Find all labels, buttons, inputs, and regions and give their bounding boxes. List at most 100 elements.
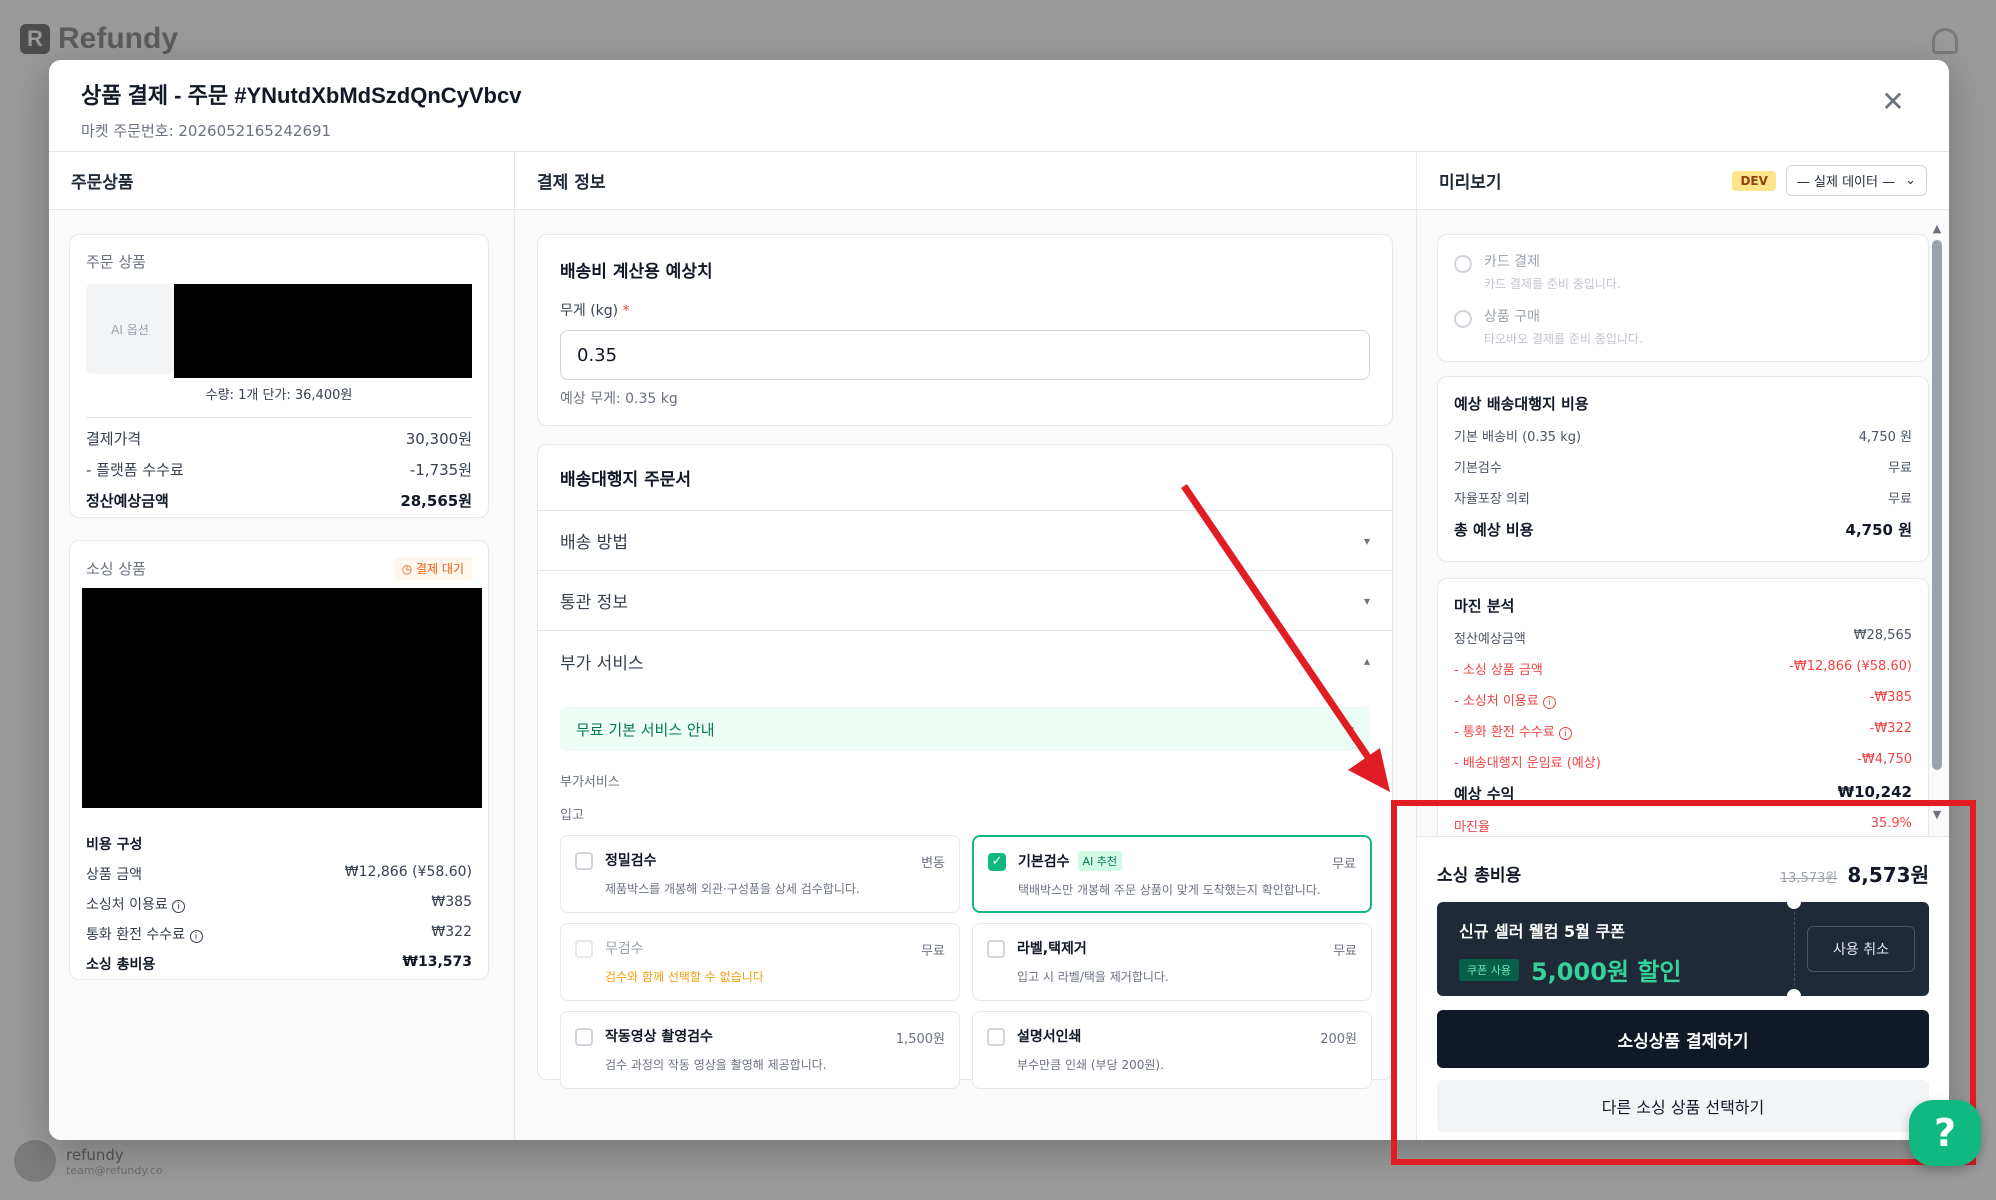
- bell-icon[interactable]: [1932, 28, 1958, 54]
- cost-row: 통화 환전 수수료 i ₩322: [86, 924, 472, 943]
- cost-row: 소싱처 이용료 i ₩385: [86, 894, 472, 913]
- ai-recommend-badge: AI 추천: [1077, 851, 1123, 871]
- checkbox-checked[interactable]: ✓: [988, 853, 1006, 871]
- margin-analysis-card: 마진 분석 정산예상금액 ₩28,565 - 소싱 상품 금액 -₩12,866 (…: [1437, 578, 1929, 878]
- data-source-select[interactable]: — 실제 데이터 — ⌄: [1785, 165, 1927, 196]
- info-icon[interactable]: i: [1542, 696, 1556, 709]
- payment-option-card[interactable]: 카드 결제 카드 결제를 준비 중입니다.: [1454, 251, 1912, 292]
- scrollbar[interactable]: ▲ ▼: [1931, 222, 1943, 830]
- cost-row: 기본검수 무료: [1454, 461, 1912, 476]
- total-cost-row: 총 예상 비용 4,750 원: [1454, 521, 1912, 539]
- inbound-group-label: 입고: [560, 808, 584, 823]
- close-icon[interactable]: ✕: [1879, 88, 1907, 116]
- user-email: team@refundy.co: [66, 1163, 163, 1177]
- original-price: 13,573원: [1779, 871, 1838, 886]
- coupon-used-badge: 쿠폰 사용: [1459, 958, 1519, 981]
- final-price: 8,573원: [1847, 863, 1929, 887]
- chevron-up-icon: ▴: [1363, 654, 1370, 668]
- logo-text: Refundy: [58, 22, 178, 55]
- weight-input[interactable]: 0.35: [560, 330, 1370, 380]
- logo-mark-icon: R: [20, 24, 50, 54]
- profit-row: 예상 수익 ₩10,242: [1454, 783, 1912, 803]
- fee-row: - 플랫폼 수수료 -1,735원: [86, 461, 472, 479]
- checkbox-disabled: [575, 940, 593, 958]
- discount-amount: 5,000원 할인: [1530, 958, 1682, 986]
- ai-option-thumbnail: AI 옵션: [86, 284, 174, 374]
- sourcing-total-row: 소싱 총비용 ₩13,573: [86, 954, 472, 973]
- deduction-row: - 배송대행지 운임료 (예상) -₩4,750: [1454, 752, 1912, 771]
- user-name: refundy: [66, 1145, 124, 1164]
- card-title: 배송비 계산용 예상치: [560, 262, 713, 282]
- quantity-text: 수량: 1개 단가: 36,400원: [205, 388, 353, 403]
- info-icon[interactable]: i: [172, 900, 186, 913]
- margin-row: 정산예상금액 ₩28,565: [1454, 628, 1912, 647]
- sourcing-total: 소싱 총비용 13,573원 8,573원: [1437, 863, 1929, 887]
- card-label: 주문 상품: [86, 253, 146, 271]
- redacted-product-info: [174, 284, 472, 378]
- card-label: 소싱 상품: [86, 560, 146, 578]
- cost-row: 기본 배송비 (0.35 kg) 4,750 원: [1454, 430, 1912, 445]
- app-logo: R Refundy: [20, 22, 178, 56]
- service-option-basic-inspection[interactable]: ✓ 기본검수 AI 추천 무료 택배박스만 개봉해 주문 상품이 맞게 도착했는지…: [972, 835, 1372, 913]
- margin-rate-row: 마진율 35.9%: [1454, 816, 1912, 835]
- sourcing-product-card: 소싱 상품 ◷ 결제 대기 비용 구성 상품 금액 ₩12,866 (¥58.60…: [69, 540, 489, 980]
- column-header: 주문상품: [49, 152, 514, 210]
- shipping-estimate-card: 배송비 계산용 예상치 무게 (kg) * 0.35 예상 무게: 0.35 k…: [537, 234, 1393, 426]
- scroll-thumb: [1932, 240, 1942, 770]
- modal-header: 상품 결제 - 주문 #YNutdXbMdSzdQnCyVbcv 마켓 주문번호…: [49, 60, 1949, 152]
- checkbox[interactable]: [987, 940, 1005, 958]
- service-option-label-removal[interactable]: 라벨,택제거 무료 입고 시 라벨/택을 제거합니다.: [972, 923, 1372, 1001]
- free-service-notice[interactable]: 무료 기본 서비스 안내 ▾: [560, 707, 1370, 751]
- select-other-sourcing-button[interactable]: 다른 소싱 상품 선택하기: [1437, 1080, 1929, 1132]
- preview-column: 미리보기 DEV — 실제 데이터 — ⌄ 카드 결제 카드 결제를 준비 중입니다…: [1417, 152, 1949, 1140]
- help-chat-button[interactable]: ?: [1909, 1100, 1981, 1166]
- service-grid: 정밀검수 변동 제품박스를 개봉해 외관·구성품을 상세 검수합니다. ✓ 기본…: [560, 835, 1372, 1089]
- service-option-no-inspection: 무검수 무료 검수와 함께 선택할 수 없습니다: [560, 923, 960, 1001]
- payment-info-column: 결제 정보 배송비 계산용 예상치 무게 (kg) * 0.35 예상 무게: …: [515, 152, 1417, 1140]
- extra-services-label: 부가서비스: [560, 775, 620, 790]
- deduction-row: - 통화 환전 수수료 i -₩322: [1454, 721, 1912, 740]
- column-header: 결제 정보: [515, 152, 1416, 210]
- pay-sourcing-button[interactable]: 소싱상품 결제하기: [1437, 1010, 1929, 1068]
- chevron-down-icon: ⌄: [1905, 173, 1916, 188]
- cost-row: 상품 금액 ₩12,866 (¥58.60): [86, 864, 472, 883]
- accordion-extra-services[interactable]: 부가 서비스 ▴: [538, 631, 1392, 691]
- card-title: 예상 배송대행지 비용: [1454, 395, 1589, 413]
- coupon-card: 신규 셀러 웰컴 5월 쿠폰 쿠폰 사용 5,000원 할인 사용 취소: [1437, 895, 1929, 1003]
- card-title: 마진 분석: [1454, 597, 1515, 615]
- user-profile[interactable]: refundy team@refundy.co: [14, 1140, 163, 1182]
- payment-modal: 상품 결제 - 주문 #YNutdXbMdSzdQnCyVbcv 마켓 주문번호…: [49, 60, 1949, 1140]
- checkout-footer: 소싱 총비용 13,573원 8,573원 신규 셀러 웰컴 5월 쿠폰 쿠폰 사…: [1417, 836, 1949, 1140]
- order-product-card: 주문 상품 AI 옵션 수량: 1개 단가: 36,400원 결제가격 30,30…: [69, 234, 489, 518]
- service-option-manual-print[interactable]: 설명서인쇄 200원 부수만큼 인쇄 (부당 200원).: [972, 1011, 1372, 1089]
- accordion-customs-info[interactable]: 통관 정보 ▾: [538, 571, 1392, 631]
- payment-option-purchase[interactable]: 상품 구매 타오바오 결제를 준비 중입니다.: [1454, 306, 1912, 347]
- column-header: 미리보기 DEV — 실제 데이터 — ⌄: [1417, 152, 1949, 210]
- radio[interactable]: [1454, 255, 1472, 273]
- weight-hint: 예상 무게: 0.35 kg: [560, 391, 678, 407]
- status-badge: ◷ 결제 대기: [393, 557, 472, 580]
- scroll-up-icon: ▲: [1932, 222, 1942, 235]
- checkbox[interactable]: [575, 852, 593, 870]
- question-icon: ?: [1933, 1111, 1957, 1155]
- agent-order-card: 배송대행지 주문서 배송 방법 ▾ 통관 정보 ▾ 부가 서비스 ▴ 무료 기본 서비…: [537, 444, 1393, 1089]
- accordion-shipping-method[interactable]: 배송 방법 ▾: [538, 511, 1392, 571]
- service-option-precise-inspection[interactable]: 정밀검수 변동 제품박스를 개봉해 외관·구성품을 상세 검수합니다.: [560, 835, 960, 913]
- chevron-down-icon: ▾: [1348, 722, 1354, 736]
- deduction-row: - 소싱처 이용료 i -₩385: [1454, 690, 1912, 709]
- radio[interactable]: [1454, 310, 1472, 328]
- chevron-down-icon: ▾: [1363, 533, 1370, 548]
- modal-title: 상품 결제 - 주문 #YNutdXbMdSzdQnCyVbcv: [81, 83, 522, 108]
- cancel-coupon-button[interactable]: 사용 취소: [1807, 926, 1915, 972]
- avatar: [14, 1140, 56, 1182]
- info-icon[interactable]: i: [1558, 727, 1572, 740]
- settlement-row: 정산예상금액 28,565원: [86, 492, 472, 510]
- info-icon[interactable]: i: [189, 930, 203, 943]
- checkbox[interactable]: [575, 1028, 593, 1046]
- card-title: 배송대행지 주문서: [538, 445, 1392, 511]
- shipping-cost-card: 예상 배송대행지 비용 기본 배송비 (0.35 kg) 4,750 원 기본검수…: [1437, 376, 1929, 562]
- payment-method-card: 카드 결제 카드 결제를 준비 중입니다. 상품 구매 타오바오 결제를 준비 중입…: [1437, 234, 1929, 362]
- service-option-video-inspection[interactable]: 작동영상 촬영검수 1,500원 검수 과정의 작동 영상을 촬영해 제공합니다…: [560, 1011, 960, 1089]
- checkbox[interactable]: [987, 1028, 1005, 1046]
- price-row: 결제가격 30,300원: [86, 430, 472, 448]
